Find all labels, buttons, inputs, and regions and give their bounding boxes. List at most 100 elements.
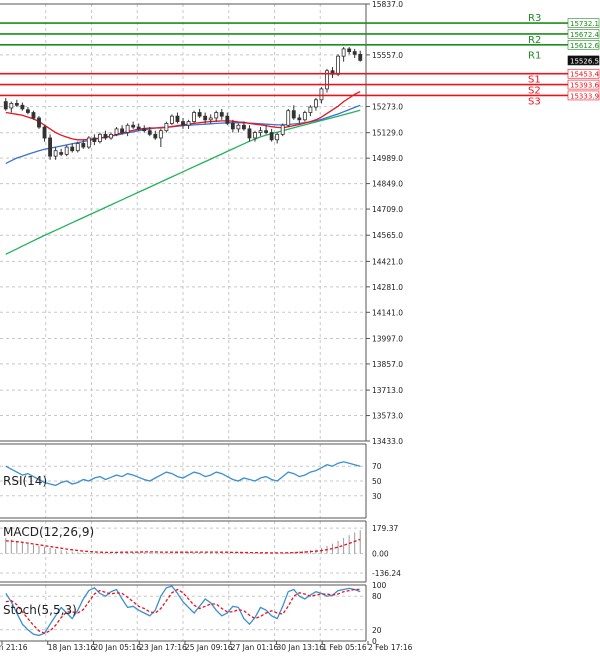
candle-body [14, 103, 19, 106]
candle-body [175, 115, 180, 123]
candle-body [53, 150, 58, 157]
price-y-tick-label: 14709.0 [372, 205, 403, 214]
price-tag-label: 15612.6 [570, 42, 599, 50]
chart-background [0, 0, 600, 657]
rsi-y-tick-label: 70 [372, 462, 382, 471]
candle-body [37, 117, 41, 128]
candle-body [286, 110, 291, 126]
candle-body [136, 126, 141, 130]
stoch-label: Stoch(5,5,3) [3, 603, 77, 617]
pivot-level-label: S3 [528, 96, 541, 107]
candle-body [313, 99, 318, 108]
pivot-level-label: R2 [528, 35, 541, 46]
price-y-tick-label: 14281.0 [372, 283, 403, 292]
candle-body [230, 123, 235, 130]
price-tag-label: 15732.1 [570, 20, 599, 28]
price-tag-label: 15453.4 [570, 71, 599, 79]
candle-body [258, 130, 263, 133]
price-tag-label: 15393.6 [570, 82, 599, 90]
candle-body [98, 133, 102, 143]
price-y-tick-label: 15837.0 [372, 0, 403, 9]
price-y-tick-label: 13857.0 [372, 360, 403, 369]
candle-body [164, 123, 169, 132]
candle-body [214, 112, 219, 119]
rsi-label: RSI(14) [3, 474, 47, 488]
candle-body [291, 110, 296, 119]
price-y-tick-label: 14141.0 [372, 308, 403, 317]
candle-body [48, 137, 52, 157]
candle-body [297, 117, 302, 121]
candle-body [319, 88, 324, 101]
candle-body [336, 55, 340, 75]
candle-body [203, 115, 208, 121]
forex-chart: 15837.0 15557.0 15273.0 15129.0 14989.0 14849… [0, 0, 600, 657]
macd-y-tick-label: 0.00 [372, 550, 389, 559]
time-tick-label: 23 Jan 17:16 [139, 643, 187, 652]
price-tag-label: 15526.5 [570, 57, 599, 65]
time-tick-label: 18 Jan 13:16 [48, 643, 96, 652]
candle-body [247, 128, 252, 139]
time-tick-label: 20 Jan 05:16 [94, 643, 142, 652]
time-tick-label: 27 Jan 01:16 [231, 643, 279, 652]
price-y-tick-label: 14849.0 [372, 180, 403, 189]
candle-body [236, 124, 241, 130]
candle-body [241, 124, 246, 130]
time-tick-label: 25 Jan 09:16 [185, 643, 233, 652]
candle-body [341, 48, 346, 57]
candle-body [186, 121, 191, 126]
rsi-y-tick-label: 30 [372, 492, 382, 501]
candle-body [9, 103, 14, 109]
price-y-tick-label: 15273.0 [372, 103, 403, 112]
candle-body [92, 137, 97, 143]
candle-body [109, 133, 113, 139]
candle-body [86, 137, 91, 148]
candle-body [142, 128, 147, 132]
candle-body [20, 104, 25, 110]
candle-body [269, 132, 274, 141]
pivot-level-label: R3 [528, 13, 541, 24]
candle-body [64, 146, 69, 155]
macd-y-tick-label: -136.24 [372, 569, 401, 578]
candle-body [225, 115, 230, 124]
stoch-y-tick-label: 100 [372, 581, 387, 590]
candle-body [181, 121, 185, 126]
candle-body [70, 146, 75, 152]
price-y-tick-label: 14565.0 [372, 231, 403, 240]
macd-y-tick-label: 179.37 [372, 524, 398, 533]
price-y-tick-label: 15129.0 [372, 129, 403, 138]
macd-label: MACD(12,26,9) [3, 525, 94, 539]
candle-body [114, 128, 119, 135]
candle-body [302, 112, 307, 121]
candle-body [264, 130, 268, 133]
candle-body [197, 112, 202, 117]
time-tick-label: 2 Feb 17:16 [368, 643, 413, 652]
price-y-tick-label: 13713.0 [372, 386, 403, 395]
candle-body [131, 124, 136, 128]
candle-body [347, 48, 352, 53]
candle-body [153, 133, 158, 139]
candle-body [358, 53, 363, 61]
price-y-tick-label: 14421.0 [372, 257, 403, 266]
time-axis: 17 Jan 21:16 18 Jan 13:1620 Jan 05:1623 J… [0, 641, 413, 652]
candle-body [75, 143, 80, 152]
time-tick-label: 30 Jan 13:16 [277, 643, 325, 652]
candle-body [42, 126, 47, 139]
candle-body [125, 124, 130, 133]
price-tag-label: 15333.9 [570, 92, 599, 100]
price-y-tick-label: 13433.0 [372, 437, 403, 446]
candle-body [192, 112, 197, 123]
candle-body [158, 130, 163, 139]
candle-body [120, 128, 125, 133]
rsi-y-tick-label: 50 [372, 477, 382, 486]
candle-body [275, 133, 280, 141]
chart-root: 15837.0 15557.0 15273.0 15129.0 14989.0 14849… [0, 0, 600, 661]
candle-body [3, 101, 8, 110]
candle-body [169, 115, 174, 124]
time-tick-label: 1 Feb 05:16 [322, 643, 367, 652]
candle-body [253, 132, 257, 139]
stoch-y-tick-label: 20 [372, 626, 382, 635]
candle-body [59, 152, 64, 155]
candle-body [147, 130, 152, 135]
candle-body [352, 51, 357, 55]
time-tick-label: 17 Jan 21:16 [0, 643, 28, 652]
